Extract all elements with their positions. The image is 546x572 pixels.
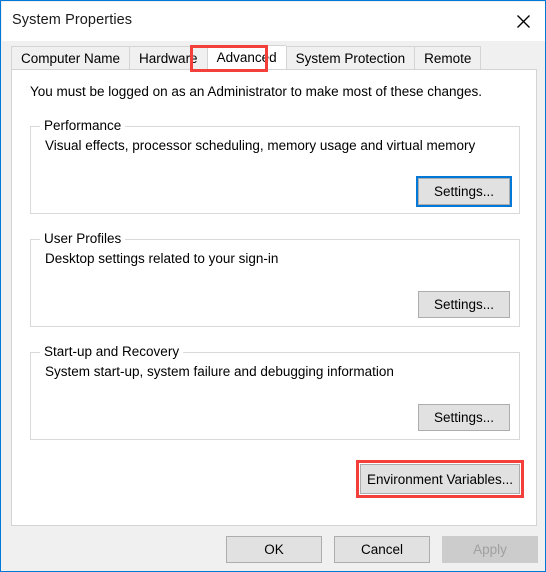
close-button[interactable]	[500, 2, 545, 41]
startup-recovery-group: Start-up and Recovery System start-up, s…	[30, 344, 520, 440]
system-properties-dialog: System Properties Computer Name Hardware…	[0, 0, 546, 572]
performance-group-legend: Performance	[40, 118, 126, 133]
apply-button[interactable]: Apply	[442, 536, 538, 563]
tab-system-protection[interactable]: System Protection	[285, 46, 415, 70]
tab-remote[interactable]: Remote	[414, 46, 482, 70]
performance-settings-button[interactable]: Settings...	[416, 176, 512, 207]
environment-variables-button[interactable]: Environment Variables...	[360, 464, 520, 494]
tab-label: Remote	[424, 50, 472, 66]
performance-settings-wrap: Settings...	[416, 176, 512, 207]
tab-label: System Protection	[295, 50, 406, 66]
window-title: System Properties	[12, 12, 133, 28]
close-icon	[516, 15, 530, 28]
user-profiles-settings-wrap: Settings...	[418, 291, 510, 318]
dialog-footer: OK Cancel Apply	[2, 526, 545, 571]
cancel-button[interactable]: Cancel	[334, 536, 430, 563]
startup-recovery-settings-wrap: Settings...	[418, 404, 510, 431]
tab-label: Computer Name	[21, 50, 121, 66]
tab-computer-name[interactable]: Computer Name	[11, 46, 130, 70]
ok-button[interactable]: OK	[226, 536, 322, 563]
performance-group: Performance Visual effects, processor sc…	[30, 118, 520, 214]
tab-label: Hardware	[139, 50, 198, 66]
tab-label: Advanced	[216, 50, 277, 65]
environment-variables-wrap: Environment Variables...	[356, 460, 524, 498]
startup-recovery-group-legend: Start-up and Recovery	[40, 344, 184, 359]
administrator-note: You must be logged on as an Administrato…	[30, 84, 483, 99]
user-profiles-description: Desktop settings related to your sign-in	[45, 251, 279, 266]
tab-list: Computer Name Hardware Advanced System P…	[11, 45, 482, 70]
user-profiles-group-legend: User Profiles	[40, 231, 126, 246]
performance-description: Visual effects, processor scheduling, me…	[45, 138, 476, 153]
tab-hardware[interactable]: Hardware	[129, 46, 207, 70]
user-profiles-settings-button[interactable]: Settings...	[418, 291, 510, 318]
startup-recovery-description: System start-up, system failure and debu…	[45, 364, 394, 379]
tab-advanced[interactable]: Advanced	[206, 45, 286, 70]
tab-strip: Computer Name Hardware Advanced System P…	[2, 41, 545, 70]
advanced-tab-panel: You must be logged on as an Administrato…	[11, 69, 537, 526]
user-profiles-group: User Profiles Desktop settings related t…	[30, 231, 520, 327]
title-bar: System Properties	[2, 2, 545, 41]
startup-recovery-settings-button[interactable]: Settings...	[418, 404, 510, 431]
